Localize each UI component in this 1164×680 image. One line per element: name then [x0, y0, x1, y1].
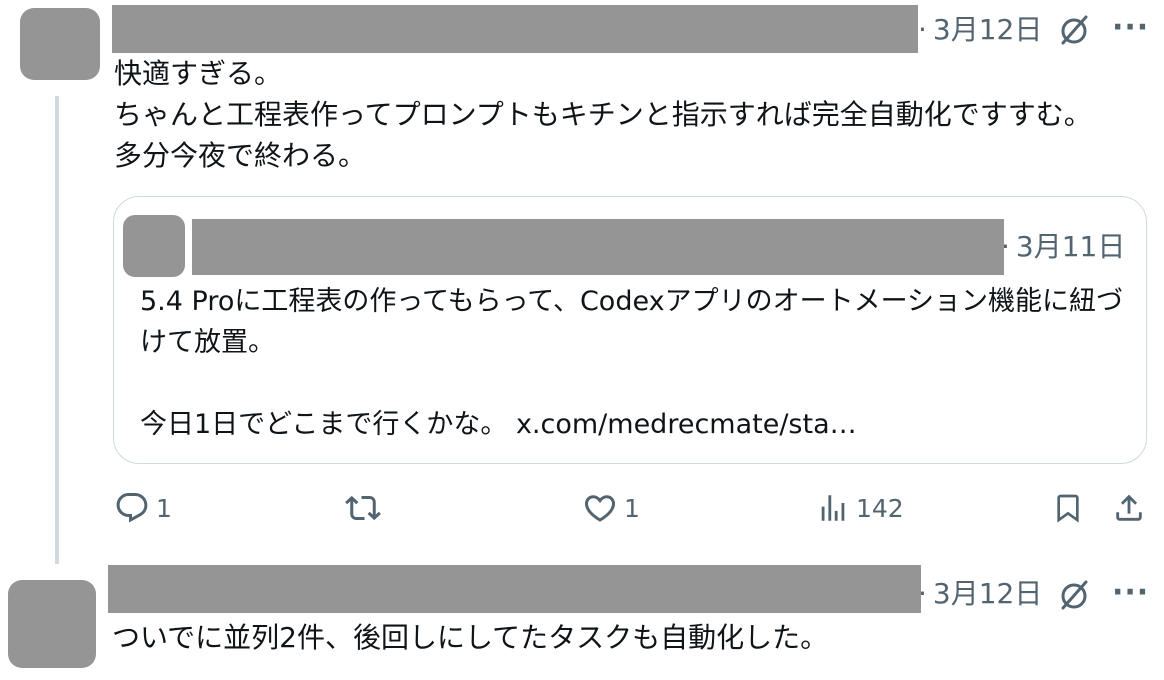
avatar[interactable] [20, 8, 100, 80]
quote-text: 5.4 Proに工程表の作ってもらって、Codexアプリのオートメーション機能に… [140, 286, 1124, 440]
quoted-post[interactable]: · 3月11日 5.4 Proに工程表の作ってもらって、Codexアプリのオートメ… [113, 196, 1147, 464]
bookmark-icon [1052, 490, 1084, 526]
reply-icon [114, 490, 150, 526]
avatar[interactable] [8, 580, 96, 668]
bookmark-button[interactable] [1052, 490, 1084, 526]
quote-redacted-author-name [192, 219, 1004, 275]
post-date[interactable]: · 3月12日 [918, 14, 1042, 46]
thread-connector [55, 96, 59, 564]
redacted-author-name [112, 5, 918, 53]
heart-icon [582, 490, 618, 526]
post-text: 快適すぎる。 ちゃんと工程表作ってプロンプトもキチンと指示すれば完全自動化ですす… [114, 57, 1092, 172]
views-button[interactable]: 142 [816, 490, 904, 526]
reply-button[interactable]: 1 [114, 490, 172, 526]
like-count: 1 [624, 493, 640, 523]
repost-icon [344, 490, 382, 526]
quote-date: · 3月11日 [1001, 230, 1126, 263]
quote-avatar [123, 215, 185, 277]
repost-button[interactable] [344, 490, 388, 526]
more-dots-icon[interactable]: ··· [1112, 575, 1149, 610]
redacted-author-name [108, 565, 921, 613]
share-button[interactable] [1112, 490, 1146, 526]
post-date[interactable]: · 3月12日 [918, 578, 1042, 610]
slash-circle-icon[interactable] [1056, 12, 1092, 52]
post-text: ついでに並列2件、後回しにしてたタスクも自動化した。 [112, 621, 829, 654]
slash-circle-icon[interactable] [1056, 577, 1092, 617]
views-count: 142 [856, 493, 904, 523]
reply-count: 1 [156, 493, 172, 523]
more-dots-icon[interactable]: ··· [1112, 10, 1149, 45]
share-icon [1112, 490, 1146, 526]
analytics-icon [816, 490, 850, 526]
like-button[interactable]: 1 [582, 490, 640, 526]
